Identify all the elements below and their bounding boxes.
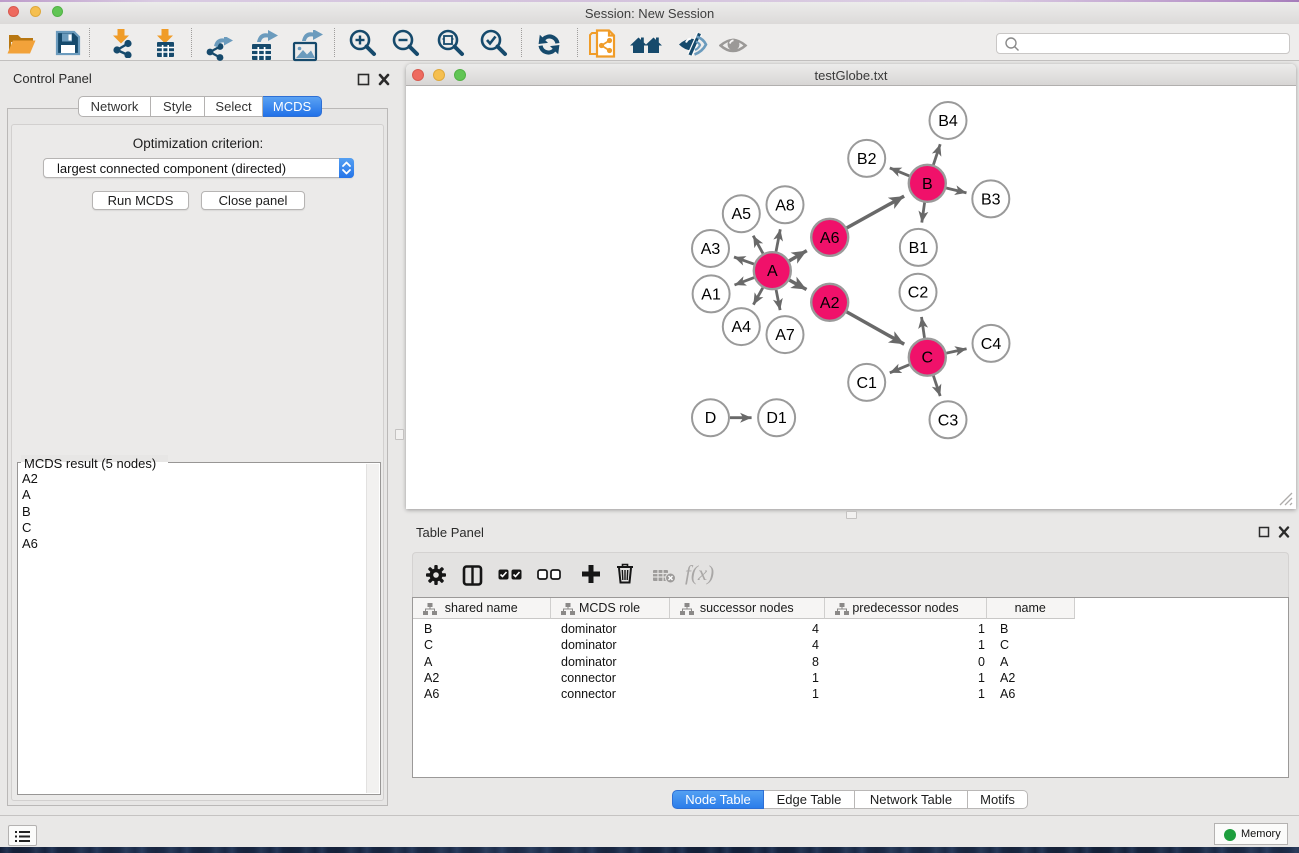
svg-text:C1: C1 xyxy=(856,375,877,392)
svg-text:B1: B1 xyxy=(909,240,929,257)
svg-text:B: B xyxy=(922,176,933,193)
svg-text:A2: A2 xyxy=(820,295,840,312)
svg-text:D: D xyxy=(705,410,717,427)
svg-text:C4: C4 xyxy=(981,336,1002,353)
svg-text:A1: A1 xyxy=(701,286,721,303)
svg-text:A5: A5 xyxy=(732,206,752,223)
svg-text:B3: B3 xyxy=(981,191,1001,208)
svg-text:C: C xyxy=(922,350,934,367)
svg-text:A7: A7 xyxy=(775,327,795,344)
svg-text:A6: A6 xyxy=(820,230,840,247)
svg-text:C3: C3 xyxy=(938,412,959,429)
svg-text:A8: A8 xyxy=(775,197,795,214)
svg-text:A4: A4 xyxy=(732,319,752,336)
svg-text:C2: C2 xyxy=(908,285,929,302)
svg-text:B2: B2 xyxy=(857,151,877,168)
svg-text:A: A xyxy=(767,263,778,280)
svg-text:A3: A3 xyxy=(701,241,721,258)
svg-text:B4: B4 xyxy=(938,113,958,130)
svg-text:D1: D1 xyxy=(766,410,787,427)
